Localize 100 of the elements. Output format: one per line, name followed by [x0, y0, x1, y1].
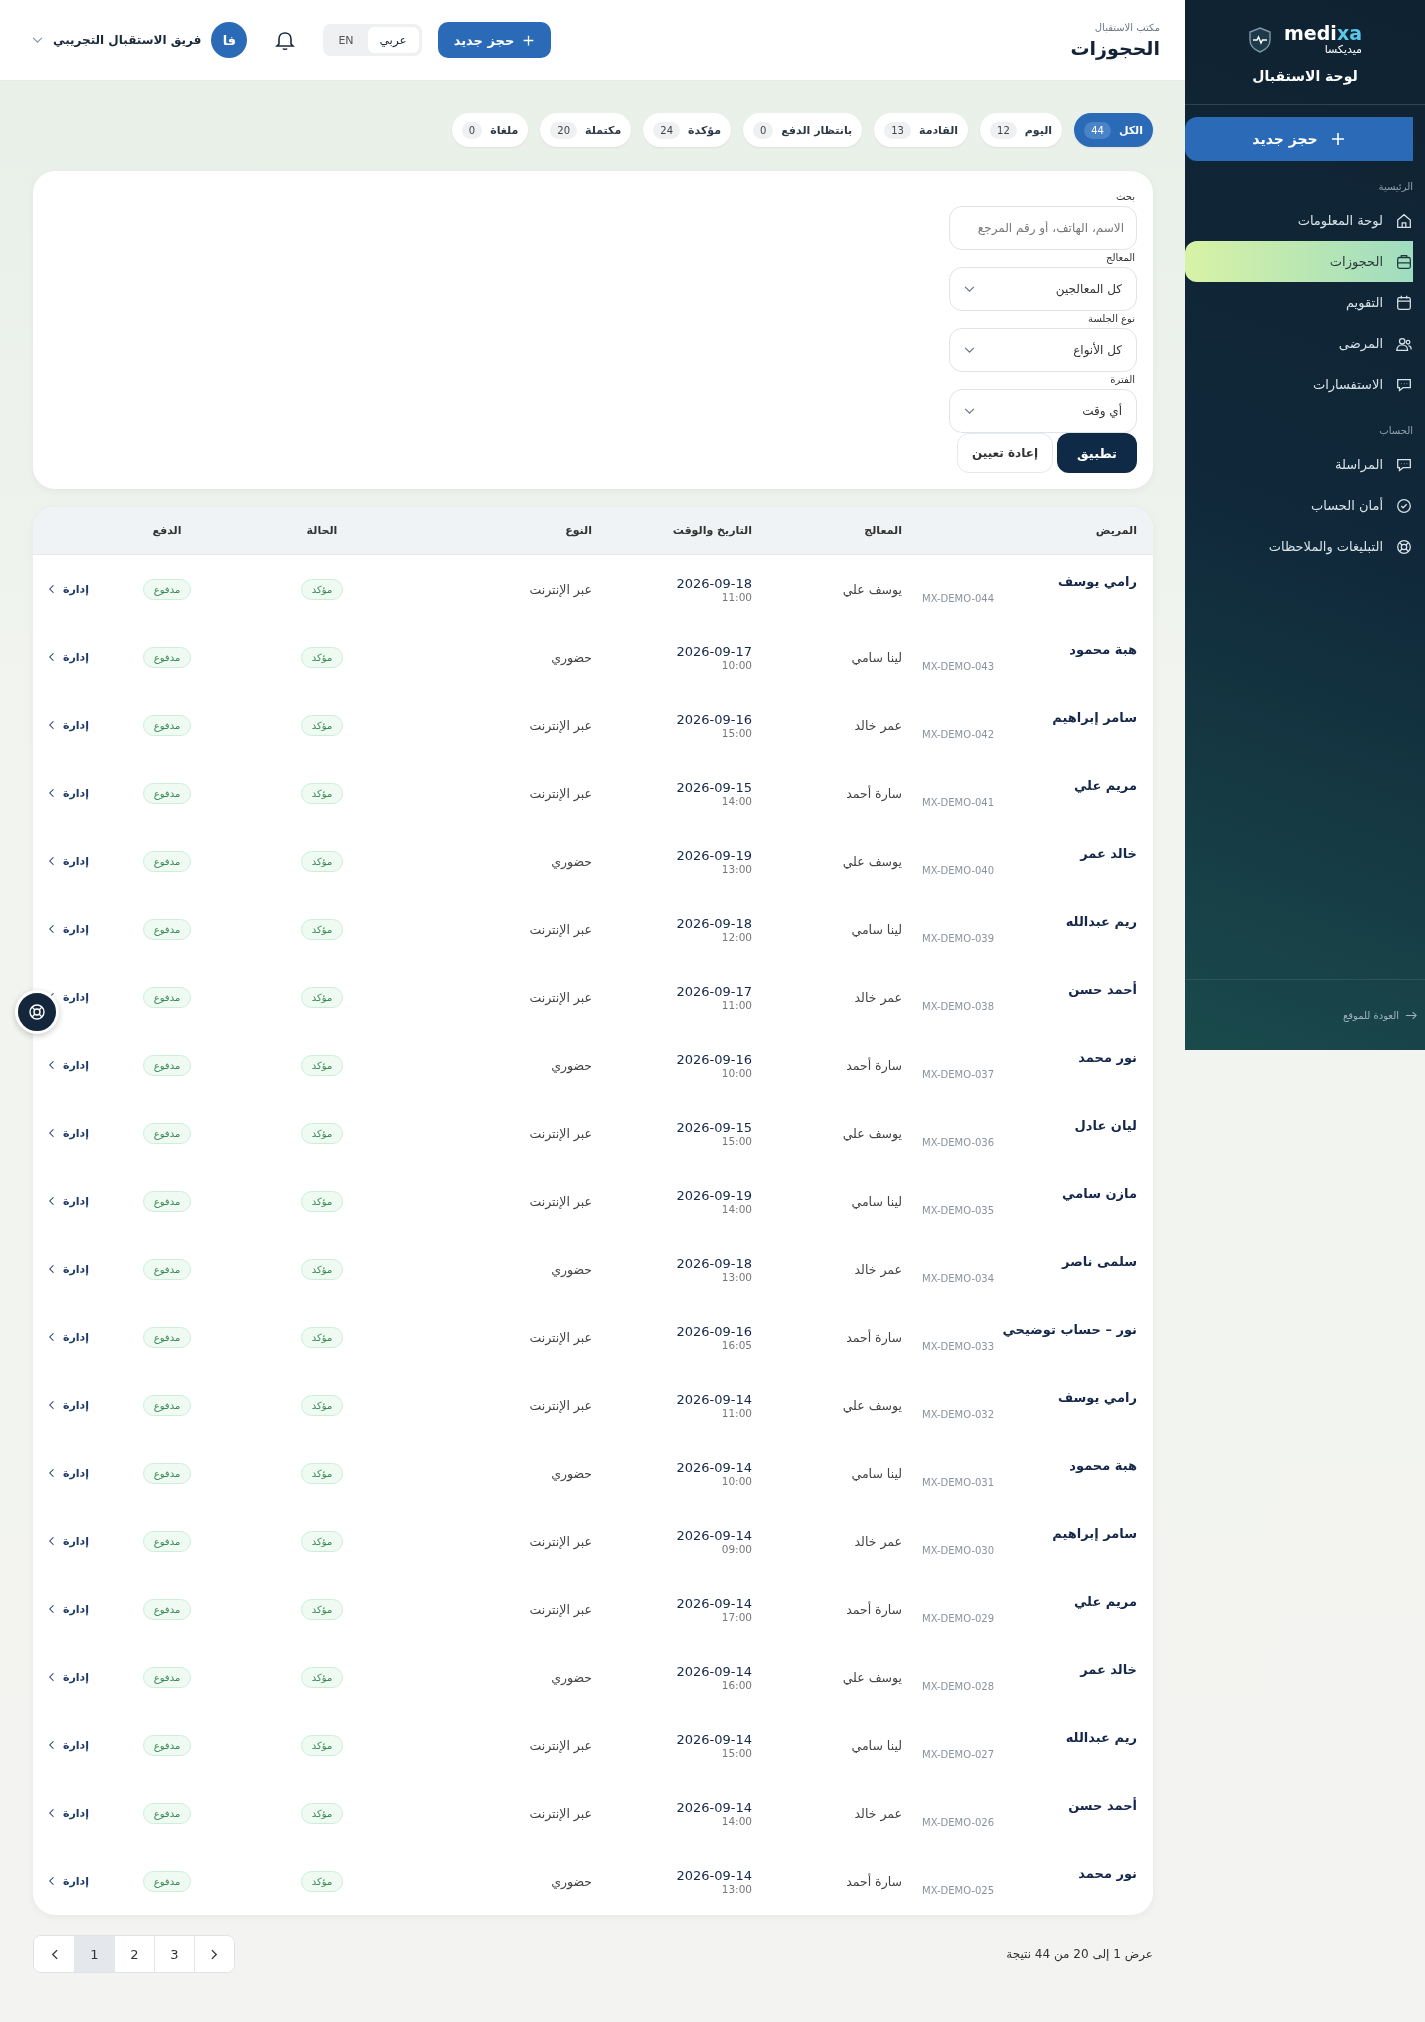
- booking-date: 2026-09-14: [676, 1731, 752, 1747]
- patient-name: ليان عادل: [1074, 1118, 1137, 1133]
- status-pill: مؤكد: [300, 1802, 344, 1824]
- count-badge: 20: [550, 121, 578, 139]
- nav-item[interactable]: الاستفسارات: [1185, 364, 1425, 405]
- manage-link[interactable]: إدارة: [49, 1058, 89, 1072]
- manage-link[interactable]: إدارة: [49, 1126, 89, 1140]
- session-type: عبر الإنترنت: [529, 989, 592, 1005]
- booking-time: 16:05: [721, 1338, 752, 1351]
- chevron-left-icon: [49, 652, 55, 662]
- chevron-left-icon: [49, 1332, 55, 1342]
- payment-pill: مدفوع: [142, 1462, 192, 1484]
- booking-date: 2026-09-14: [676, 1867, 752, 1883]
- manage-link[interactable]: إدارة: [49, 1602, 89, 1616]
- field-label: نوع الجلسة: [1088, 313, 1135, 324]
- select-field[interactable]: أي وقت: [949, 389, 1137, 433]
- language-option[interactable]: عربي: [367, 27, 419, 53]
- chevron-down-icon: [32, 36, 43, 44]
- manage-link[interactable]: إدارة: [49, 582, 89, 596]
- chevron-left-icon: [49, 1536, 55, 1546]
- nav-item[interactable]: المرضى: [1185, 323, 1425, 364]
- field-label: المعالج: [1106, 252, 1135, 263]
- manage-link[interactable]: إدارة: [49, 854, 89, 868]
- session-type: حضوري: [551, 1873, 592, 1889]
- reference-number: MX-DEMO-029: [922, 1613, 995, 1624]
- patient-name: رامي يوسف: [1058, 1390, 1137, 1405]
- manage-link[interactable]: إدارة: [49, 1194, 89, 1208]
- language-option[interactable]: EN: [326, 27, 366, 53]
- reference-number: MX-DEMO-041: [922, 797, 995, 808]
- booking-date: 2026-09-18: [676, 915, 752, 931]
- manage-link[interactable]: إدارة: [49, 1534, 89, 1548]
- reference-number: MX-DEMO-027: [922, 1749, 995, 1760]
- back-to-site-link[interactable]: العودة للموقع: [1342, 1009, 1417, 1021]
- therapist-name: يوسف علي: [842, 1397, 902, 1413]
- therapist-name: سارة أحمد: [846, 1873, 902, 1889]
- manage-link[interactable]: إدارة: [49, 1262, 89, 1276]
- select-field[interactable]: كل المعالجين: [949, 267, 1137, 311]
- manage-link[interactable]: إدارة: [49, 1806, 89, 1820]
- patient-name: مريم علي: [1073, 778, 1137, 793]
- chevron-left-icon: [49, 788, 55, 798]
- manage-link[interactable]: إدارة: [49, 922, 89, 936]
- nav-item[interactable]: أمان الحساب: [1185, 485, 1425, 526]
- user-menu[interactable]: فريق الاستقبال التجريبي: [32, 33, 202, 47]
- manage-link[interactable]: إدارة: [49, 650, 89, 664]
- booking-time: 14:00: [721, 1202, 752, 1215]
- count-badge: 44: [1084, 121, 1111, 139]
- booking-date: 2026-09-18: [676, 575, 752, 591]
- session-type: عبر الإنترنت: [529, 1533, 592, 1549]
- help-button[interactable]: [15, 990, 59, 1034]
- patient-name: نور محمد: [1078, 1050, 1137, 1065]
- reference-number: MX-DEMO-040: [922, 865, 995, 876]
- status-pill: مؤكد: [300, 1326, 344, 1348]
- reset-button[interactable]: إعادة تعيين: [957, 433, 1054, 473]
- manage-link[interactable]: إدارة: [49, 1466, 89, 1480]
- column-header: النوع: [564, 524, 592, 537]
- manage-link[interactable]: إدارة: [49, 1398, 89, 1412]
- booking-time: 13:00: [721, 1270, 752, 1283]
- booking-time: 15:00: [721, 1134, 752, 1147]
- payment-pill: مدفوع: [142, 1802, 192, 1824]
- nav-item[interactable]: الحجوزات: [1185, 241, 1413, 282]
- select-field[interactable]: كل الأنواع: [949, 328, 1137, 372]
- manage-link[interactable]: إدارة: [49, 1738, 89, 1752]
- nav-item[interactable]: المراسلة: [1185, 444, 1425, 485]
- booking-date: 2026-09-14: [676, 1595, 752, 1611]
- payment-pill: مدفوع: [142, 850, 192, 872]
- session-type: حضوري: [551, 1669, 592, 1685]
- nav-item[interactable]: التقويم: [1185, 282, 1425, 323]
- booking-date: 2026-09-14: [676, 1663, 752, 1679]
- therapist-name: سارة أحمد: [846, 785, 902, 801]
- manage-link[interactable]: إدارة: [49, 1670, 89, 1684]
- session-type: حضوري: [551, 1261, 592, 1277]
- apply-button[interactable]: تطبيق: [1057, 433, 1137, 473]
- manage-link[interactable]: إدارة: [49, 1330, 89, 1344]
- user-avatar[interactable]: فا: [211, 22, 248, 58]
- arrow-icon: [1405, 1010, 1417, 1020]
- new-booking-button[interactable]: حجز جديد: [1185, 117, 1413, 161]
- session-type: حضوري: [551, 853, 592, 869]
- manage-link[interactable]: إدارة: [49, 786, 89, 800]
- chevron-left-icon: [49, 856, 55, 866]
- patient-name: رامي يوسف: [1058, 574, 1137, 589]
- reference-number: MX-DEMO-035: [922, 1205, 995, 1216]
- session-type: حضوري: [551, 1465, 592, 1481]
- page-button[interactable]: 1: [74, 1936, 114, 1972]
- therapist-name: عمر خالد: [854, 1805, 902, 1821]
- manage-link[interactable]: إدارة: [49, 718, 89, 732]
- booking-date: 2026-09-14: [676, 1391, 752, 1407]
- booking-time: 09:00: [721, 1542, 752, 1555]
- reference-number: MX-DEMO-030: [922, 1545, 995, 1556]
- chevron-left-icon: [49, 1264, 55, 1274]
- new-booking-button[interactable]: حجز جديد: [437, 22, 552, 58]
- patient-name: مريم علي: [1073, 1594, 1137, 1609]
- status-pill: مؤكد: [300, 918, 344, 940]
- status-pill: مؤكد: [300, 578, 344, 600]
- patient-name: أحمد حسن: [1068, 1798, 1137, 1813]
- nav-item[interactable]: التبليغات والملاحظات: [1185, 526, 1425, 567]
- reference-number: MX-DEMO-037: [922, 1069, 995, 1080]
- booking-date: 2026-09-19: [676, 1187, 752, 1203]
- nav-item[interactable]: لوحة المعلومات: [1185, 200, 1425, 241]
- chevron-left-icon: [49, 1604, 55, 1614]
- manage-link[interactable]: إدارة: [49, 1874, 89, 1888]
